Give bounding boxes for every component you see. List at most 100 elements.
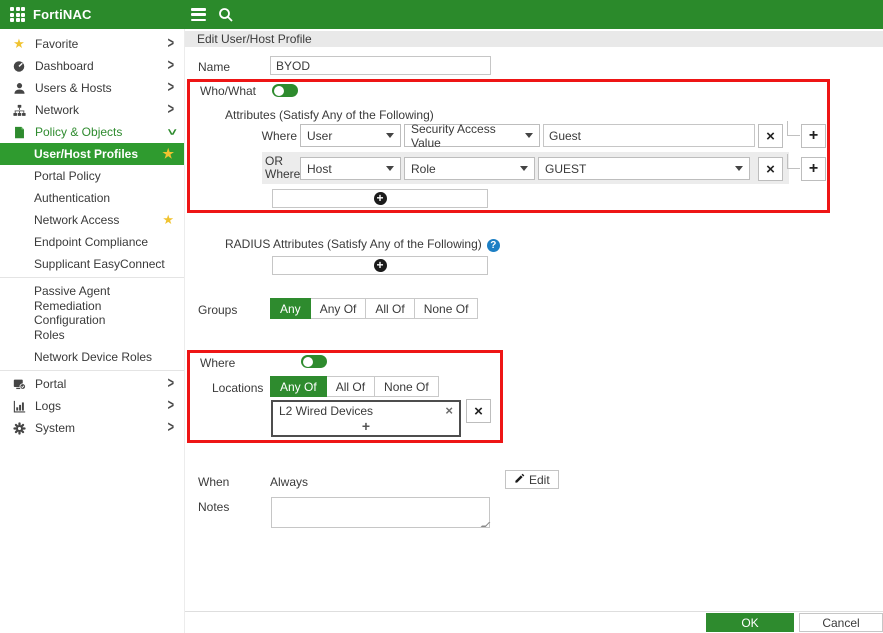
sidebar-subitem-roles[interactable]: Roles [0, 324, 184, 346]
attr-value: GUEST [545, 161, 587, 176]
groups-label: Groups [198, 303, 238, 317]
sidebar-item-label: Dashboard [35, 59, 94, 73]
chevron-right-icon: > [167, 419, 174, 437]
sidebar-item-label: Logs [35, 399, 62, 413]
page-title-text: Edit User/Host Profile [197, 32, 312, 46]
add-attribute-row-button[interactable]: + [801, 157, 826, 181]
where-toggle[interactable] [301, 355, 328, 368]
sidebar-item-system[interactable]: System > [0, 417, 184, 439]
groups-option-none-of[interactable]: None Of [414, 298, 479, 319]
sidebar-item-favorite[interactable]: ★ Favorite > [0, 33, 184, 55]
sidebar-item-network[interactable]: Network > [0, 99, 184, 121]
add-location-button[interactable]: + [273, 418, 459, 434]
sidebar-item-dashboard[interactable]: Dashboard > [0, 55, 184, 77]
location-item[interactable]: L2 Wired Devices × [273, 402, 459, 419]
edit-button-label: Edit [529, 472, 550, 487]
add-radius-attribute-button[interactable]: + [272, 256, 488, 275]
groups-option-all-of[interactable]: All Of [366, 298, 415, 319]
sidebar-item-label: Policy & Objects [35, 125, 123, 139]
chevron-right-icon: > [167, 397, 174, 415]
sidebar-subitem-label: Passive Agent [34, 284, 111, 298]
locations-label: Locations [212, 381, 264, 395]
gauge-icon [11, 59, 27, 73]
sidebar-subitem-supplicant-easyconnect[interactable]: Supplicant EasyConnect [0, 253, 184, 275]
search-icon[interactable] [218, 7, 234, 23]
chevron-right-icon: > [167, 57, 174, 75]
attr-category-select[interactable]: Host [300, 157, 401, 180]
plus-circle-icon: + [373, 259, 387, 272]
locations-segmented-control: Any Of All Of None Of [270, 376, 439, 397]
attr-value-input[interactable] [543, 124, 755, 147]
sidebar-subitem-remediation-configuration[interactable]: Remediation Configuration [0, 299, 184, 327]
who-what-toggle[interactable] [272, 84, 298, 97]
remove-location-icon[interactable]: × [445, 403, 453, 418]
sidebar-subitem-user-host-profiles[interactable]: User/Host Profiles ★ [0, 143, 184, 165]
attr-attribute-value: Role [411, 161, 436, 176]
star-icon: ★ [13, 36, 25, 51]
sidebar-item-portal[interactable]: Portal > [0, 373, 184, 395]
policy-icon [11, 126, 27, 139]
logs-icon [11, 400, 27, 413]
sidebar-item-users-hosts[interactable]: Users & Hosts > [0, 77, 184, 99]
menu-icon[interactable] [191, 8, 206, 21]
attr-category-select[interactable]: User [300, 124, 401, 147]
plus-icon: + [808, 160, 819, 177]
ok-button[interactable]: OK [706, 613, 794, 632]
radius-attributes-label: RADIUS Attributes (Satisfy Any of the Fo… [225, 237, 500, 252]
cancel-button[interactable]: Cancel [799, 613, 883, 632]
sidebar-subitem-authentication[interactable]: Authentication [0, 187, 184, 209]
favorite-star-icon[interactable]: ★ [162, 146, 174, 162]
sidebar-item-logs[interactable]: Logs > [0, 395, 184, 417]
name-input[interactable] [270, 56, 491, 75]
close-icon: × [766, 160, 775, 178]
help-icon[interactable]: ? [486, 239, 500, 252]
footer-divider [185, 611, 883, 612]
sidebar-subitem-endpoint-compliance[interactable]: Endpoint Compliance [0, 231, 184, 253]
chevron-down-icon [520, 166, 528, 171]
add-attribute-row-button[interactable]: + [801, 124, 826, 148]
sidebar-subitem-label: Network Access [34, 213, 120, 227]
connector-line [787, 121, 800, 136]
locations-option-all-of[interactable]: All Of [326, 376, 376, 397]
clear-locations-button[interactable]: × [466, 399, 491, 423]
attr-row-prefix: OR Where [265, 154, 301, 181]
remove-attribute-button[interactable]: × [758, 124, 783, 148]
sidebar-item-label: Portal [35, 377, 67, 391]
plus-circle-icon: + [373, 192, 387, 205]
sidebar-item-label: Favorite [35, 37, 79, 51]
chevron-right-icon: > [167, 79, 174, 97]
sidebar-subitem-network-access[interactable]: Network Access ★ [0, 209, 184, 231]
attr-value-select[interactable]: GUEST [538, 157, 750, 180]
name-label: Name [198, 60, 231, 74]
locations-option-any-of[interactable]: Any Of [270, 376, 327, 397]
sidebar-subitem-label: Endpoint Compliance [34, 235, 149, 249]
chevron-down-icon [735, 166, 743, 171]
when-label: When [198, 475, 230, 489]
sidebar-item-label: Users & Hosts [35, 81, 112, 95]
sidebar-item-policy-objects[interactable]: Policy & Objects > [0, 121, 184, 143]
sidebar-subitem-label: Remediation Configuration [34, 299, 106, 327]
attr-attribute-select[interactable]: Role [404, 157, 535, 180]
sidebar-subitem-portal-policy[interactable]: Portal Policy [0, 165, 184, 187]
remove-attribute-button[interactable]: × [758, 157, 783, 181]
attr-category-value: User [307, 128, 333, 143]
sidebar-subitem-label: Portal Policy [34, 169, 101, 183]
sitemap-icon [11, 104, 27, 117]
notes-label: Notes [198, 500, 230, 514]
attr-row-prefix: Where [261, 129, 297, 143]
locations-option-none-of[interactable]: None Of [375, 376, 439, 397]
gear-icon [11, 421, 27, 435]
notes-textarea[interactable] [271, 497, 490, 528]
attr-category-value: Host [307, 161, 332, 176]
chevron-down-icon [386, 133, 394, 138]
attr-attribute-select[interactable]: Security Access Value [404, 122, 540, 150]
groups-option-any[interactable]: Any [270, 298, 311, 319]
sidebar-subitem-network-device-roles[interactable]: Network Device Roles [0, 346, 184, 368]
sidebar-item-label: System [35, 421, 76, 435]
favorite-star-icon[interactable]: ★ [162, 212, 174, 228]
add-attribute-button[interactable]: + [272, 189, 488, 208]
page-title: Edit User/Host Profile [185, 31, 883, 47]
chevron-down-icon: > [162, 128, 180, 136]
groups-option-any-of[interactable]: Any Of [310, 298, 367, 319]
edit-when-button[interactable]: Edit [505, 470, 559, 489]
